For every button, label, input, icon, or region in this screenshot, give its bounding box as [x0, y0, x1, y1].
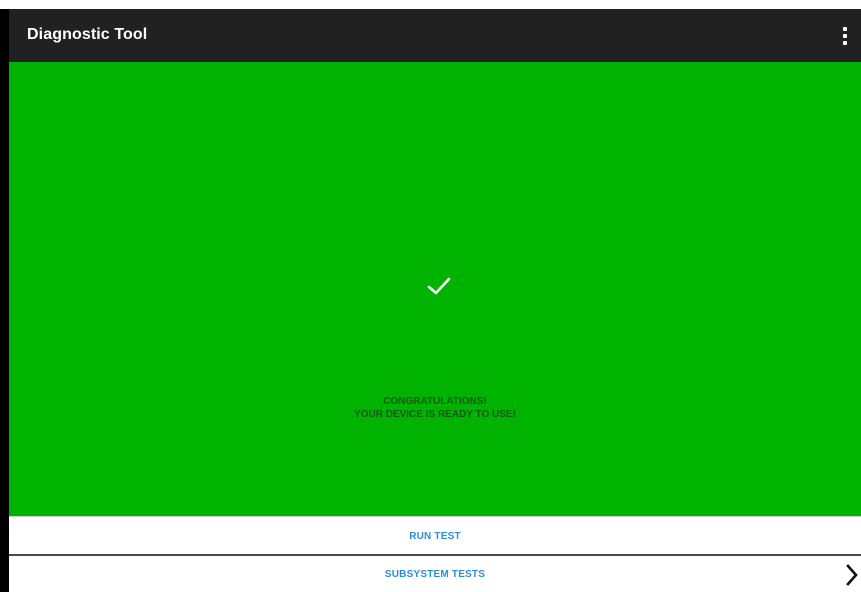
subsystem-tests-label: SUBSYSTEM TESTS — [384, 569, 486, 580]
chevron-right-icon[interactable] — [845, 562, 859, 588]
status-message-line2: YOUR DEVICE IS READY TO USE! — [354, 409, 516, 420]
app-title: Diagnostic Tool — [27, 26, 148, 43]
app-bar: Diagnostic Tool — [9, 9, 861, 62]
status-panel: CONGRATULATIONS! YOUR DEVICE IS READY TO… — [9, 62, 861, 516]
run-test-button[interactable]: RUN TEST — [9, 516, 861, 553]
status-message: CONGRATULATIONS! YOUR DEVICE IS READY TO… — [9, 395, 861, 421]
check-icon — [427, 277, 451, 295]
status-message-line1: CONGRATULATIONS! — [383, 396, 487, 407]
top-strip — [0, 0, 861, 9]
overflow-menu-icon[interactable] — [835, 23, 855, 49]
run-test-label: RUN TEST — [409, 531, 461, 542]
subsystem-tests-button[interactable]: SUBSYSTEM TESTS — [9, 556, 861, 592]
